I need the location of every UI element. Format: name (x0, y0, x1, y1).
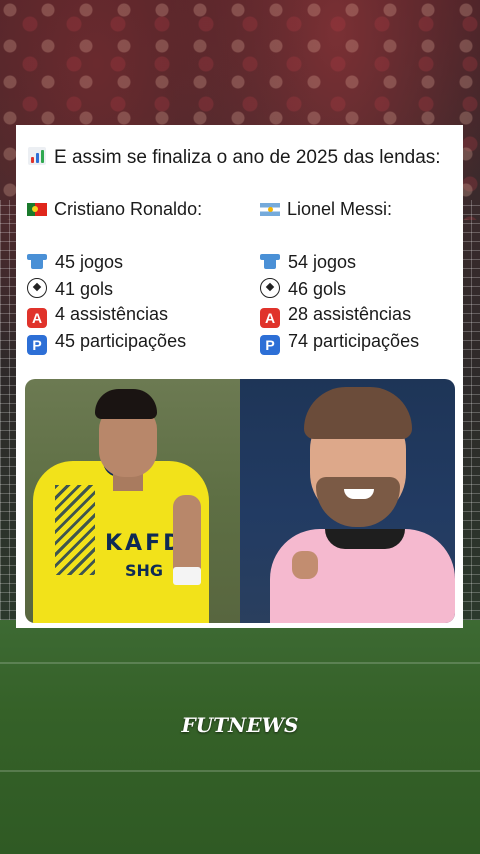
stats-card: E assim se finaliza o ano de 2025 das le… (16, 125, 463, 628)
player-name: Lionel Messi: (260, 199, 475, 227)
pitch-line (0, 770, 480, 772)
player-name-text: Cristiano Ronaldo: (54, 199, 203, 219)
stat-assists: A 4 assistências (27, 304, 242, 331)
player-photos: KAFD SHG (25, 379, 455, 623)
stat-assists: A 28 assistências (260, 304, 475, 331)
stat-participations: P 74 participações (260, 331, 475, 358)
player-name-text: Lionel Messi: (287, 199, 393, 219)
stat-list: 45 jogos 41 gols A 4 assistências P 45 par… (27, 251, 242, 357)
p-button-icon: P (27, 334, 47, 355)
argentina-flag-icon (260, 203, 280, 216)
player-name: Cristiano Ronaldo: (27, 199, 242, 227)
stat-games: 45 jogos (27, 251, 242, 278)
stat-list: 54 jogos 46 gols A 28 assistências P 74 pa… (260, 251, 475, 357)
stat-text: 54 jogos (288, 252, 357, 272)
stat-text: 41 gols (55, 278, 114, 299)
soccer-ball-icon (27, 277, 47, 298)
stat-text: 46 gols (288, 278, 347, 299)
headline-text: E assim se finaliza o ano de 2025 das le… (54, 147, 441, 168)
a-button-icon: A (260, 308, 280, 328)
messi-photo (240, 379, 455, 623)
stat-goals: 46 gols (260, 277, 475, 305)
p-button-icon: P (260, 334, 280, 355)
stat-text: 45 participações (55, 330, 187, 351)
pitch-line (0, 662, 480, 664)
stat-text: 74 participações (288, 330, 420, 351)
jersey-sponsor-2: SHG (125, 561, 164, 580)
a-button-icon: A (27, 308, 47, 328)
player-column-messi: Lionel Messi: 54 jogos 46 gols A 28 assis… (260, 199, 475, 357)
stat-text: 4 assistências (55, 304, 169, 324)
player-column-ronaldo: Cristiano Ronaldo: 45 jogos 41 gols A 4 a… (27, 199, 242, 357)
pitch (0, 620, 480, 854)
stat-text: 45 jogos (55, 252, 124, 272)
stat-text: 28 assistências (288, 304, 412, 324)
stat-games: 54 jogos (260, 251, 475, 278)
portugal-flag-icon (27, 203, 47, 216)
soccer-ball-icon (260, 277, 280, 298)
stat-participations: P 45 participações (27, 331, 242, 358)
bar-chart-icon (28, 147, 46, 165)
watermark: FUTNEWS (181, 713, 299, 737)
stat-goals: 41 gols (27, 277, 242, 305)
ronaldo-photo: KAFD SHG (25, 379, 240, 623)
shirt-icon (260, 251, 280, 271)
shirt-icon (27, 251, 47, 271)
headline: E assim se finaliza o ano de 2025 das le… (28, 147, 458, 169)
